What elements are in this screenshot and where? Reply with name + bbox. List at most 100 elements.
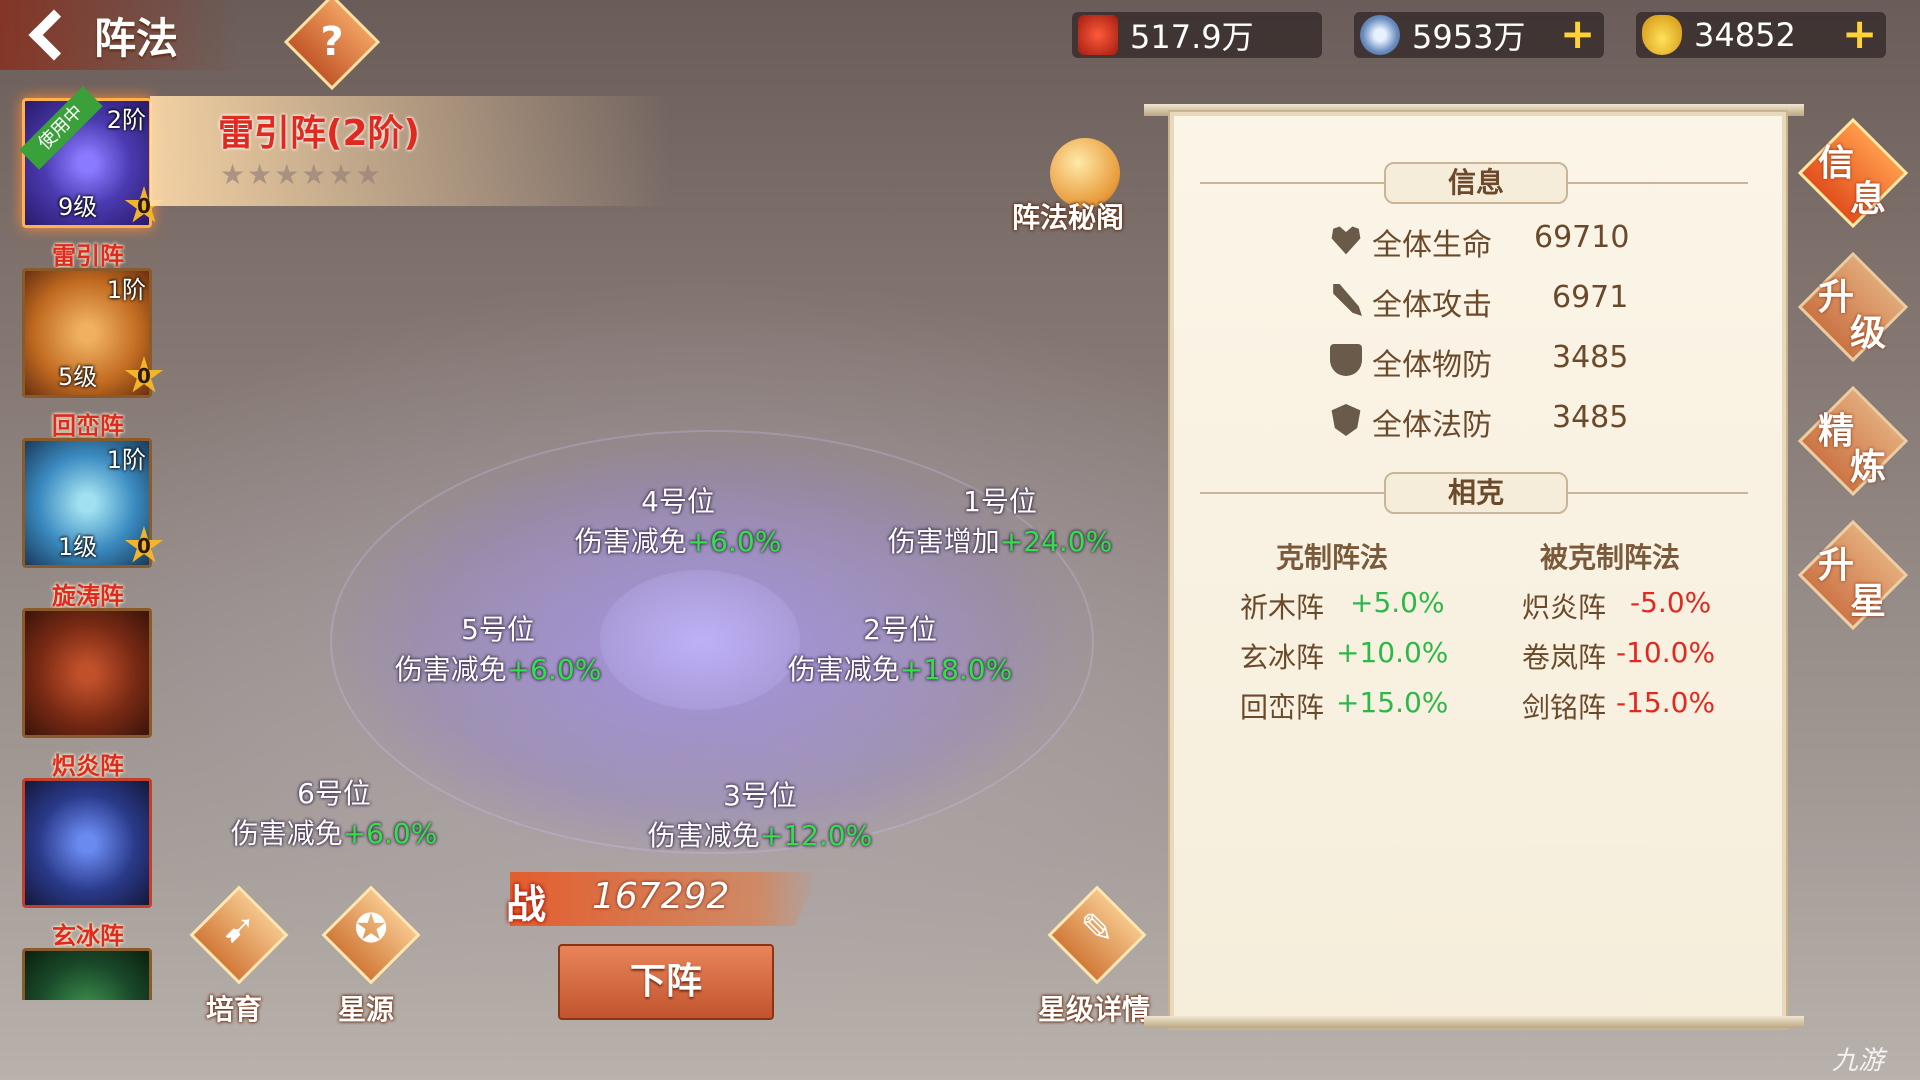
slot-value: +18.0%	[899, 653, 1013, 686]
formation-item-leiyin[interactable]: 使用中 2阶 9级 0 雷引阵	[19, 86, 164, 270]
formation-name: 雷引阵	[52, 242, 124, 270]
formation-item-partial[interactable]	[22, 948, 152, 1000]
combat-power-display: 517.9万	[1072, 12, 1322, 58]
relation-section-title: 相克	[1384, 472, 1568, 514]
selected-formation-stars: ★★★★★★	[220, 158, 383, 191]
tab-upgrade-char2: 级	[1850, 313, 1887, 354]
slot-effect: 伤害减免	[394, 653, 507, 686]
formation-tier: 1阶	[106, 276, 146, 304]
tab-info-char1: 信	[1818, 143, 1855, 184]
tab-star-up[interactable]: 升 星	[1797, 519, 1909, 631]
slot-title: 3号位	[723, 779, 797, 812]
gold-value: 34852	[1694, 16, 1796, 54]
slot-1[interactable]: 1号位 伤害增加+24.0%	[850, 480, 1150, 560]
slot-effect: 伤害增加	[887, 525, 1000, 558]
formation-item-chiyan[interactable]: 炽炎阵	[22, 608, 154, 780]
star-detail-label: 星级详情	[1037, 993, 1150, 1026]
star-detail-button[interactable]: ✎ 星级详情	[1024, 885, 1164, 1030]
countered-header: 被克制阵法	[1540, 541, 1681, 574]
tab-star-up-char2: 星	[1850, 581, 1887, 622]
help-icon: ?	[320, 19, 344, 65]
gold-ingot-icon	[1642, 15, 1682, 55]
cultivate-label: 培育	[205, 993, 262, 1026]
watermark: 九游	[1832, 1046, 1885, 1076]
add-gold-button[interactable]: +	[1842, 13, 1877, 55]
slot-title: 6号位	[297, 777, 371, 810]
star-source-button[interactable]: ✪ 星源	[318, 885, 421, 1030]
slot-4[interactable]: 4号位 伤害减免+6.0%	[528, 480, 828, 560]
formation-thumbnail	[22, 608, 152, 738]
formation-item-huiluan[interactable]: 1阶 5级 0 回峦阵	[22, 268, 164, 440]
slot-value: +6.0%	[686, 525, 782, 558]
counter-name: 回峦阵	[1240, 691, 1325, 724]
gold-display: 34852 +	[1636, 12, 1886, 58]
page-title: 阵法	[94, 13, 179, 63]
slot-title: 4号位	[641, 485, 715, 518]
tab-info[interactable]: 信 息	[1797, 117, 1909, 229]
selected-formation-name: 雷引阵(2阶)	[218, 113, 420, 154]
back-button[interactable]: 阵法	[0, 0, 240, 70]
slot-effect: 伤害减免	[647, 819, 760, 852]
tab-refine-char1: 精	[1818, 411, 1855, 452]
slot-effect: 伤害减免	[787, 653, 900, 686]
cultivate-button[interactable]: ➹ 培育	[186, 885, 289, 1030]
tab-star-up-char1: 升	[1818, 545, 1855, 586]
formation-level: 1级	[58, 533, 98, 561]
info-section-title: 信息	[1384, 162, 1568, 204]
counter-value: +5.0%	[1350, 586, 1445, 619]
add-silver-button[interactable]: +	[1560, 13, 1595, 55]
stat-label: 全体法防	[1372, 408, 1492, 443]
stat-label: 全体生命	[1372, 228, 1492, 263]
back-arrow-icon	[28, 9, 80, 61]
formation-thumbnail	[22, 778, 152, 908]
slot-5[interactable]: 5号位 伤害减免+6.0%	[348, 608, 648, 688]
slot-2[interactable]: 2号位 伤害减免+18.0%	[750, 608, 1050, 688]
slot-value: +12.0%	[759, 819, 873, 852]
formation-item-xuantao[interactable]: 1阶 1级 0 旋涛阵	[22, 438, 164, 610]
tab-upgrade[interactable]: 升 级	[1797, 251, 1909, 363]
formation-thumbnail	[22, 948, 152, 1000]
slot-title: 1号位	[963, 485, 1037, 518]
slot-value: +6.0%	[506, 653, 602, 686]
formation-power-value: 167292	[592, 876, 730, 917]
combat-power-value: 517.9万	[1130, 18, 1254, 56]
counter-name: 祈木阵	[1240, 591, 1325, 624]
stat-value: 6971	[1552, 280, 1629, 315]
formation-name: 回峦阵	[52, 412, 124, 440]
stat-value: 69710	[1534, 220, 1630, 255]
tab-info-char2: 息	[1850, 179, 1887, 220]
formation-item-xuanbing[interactable]: 玄冰阵	[22, 778, 154, 950]
unequip-button[interactable]: 下阵	[558, 944, 774, 1020]
silver-value: 5953万	[1412, 18, 1526, 56]
formation-level: 5级	[58, 363, 98, 391]
formation-name: 玄冰阵	[52, 922, 124, 950]
silver-coin-icon	[1360, 15, 1400, 55]
silver-display: 5953万 +	[1354, 12, 1604, 58]
counter-value: +15.0%	[1336, 686, 1449, 719]
countered-name: 卷岚阵	[1522, 641, 1607, 674]
secret-pavilion-label[interactable]: 阵法秘阁	[1012, 196, 1124, 236]
shield-icon	[1330, 344, 1362, 376]
formation-name: 旋涛阵	[52, 582, 124, 610]
formation-name: 炽炎阵	[52, 752, 124, 780]
combat-power-icon	[1078, 15, 1118, 55]
stat-value: 3485	[1552, 340, 1629, 375]
slot-3[interactable]: 3号位 伤害减免+12.0%	[610, 774, 910, 854]
tab-refine[interactable]: 精 炼	[1797, 385, 1909, 497]
counter-name: 玄冰阵	[1240, 641, 1325, 674]
countered-value: -15.0%	[1616, 686, 1716, 719]
countered-value: -5.0%	[1630, 586, 1712, 619]
slot-effect: 伤害减免	[574, 525, 687, 558]
slot-value: +24.0%	[999, 525, 1113, 558]
help-button[interactable]: ?	[283, 0, 381, 91]
countered-value: -10.0%	[1616, 636, 1716, 669]
scroll-rod-bottom	[1144, 1016, 1804, 1028]
battle-power-icon: 战	[506, 882, 546, 928]
countered-name: 剑铭阵	[1522, 691, 1607, 724]
tab-refine-char2: 炼	[1850, 447, 1887, 488]
star-source-label: 星源	[337, 993, 394, 1026]
counter-value: +10.0%	[1336, 636, 1449, 669]
stat-value: 3485	[1552, 400, 1629, 435]
slot-value: +6.0%	[342, 817, 438, 850]
slot-6[interactable]: 6号位 伤害减免+6.0%	[184, 772, 484, 852]
